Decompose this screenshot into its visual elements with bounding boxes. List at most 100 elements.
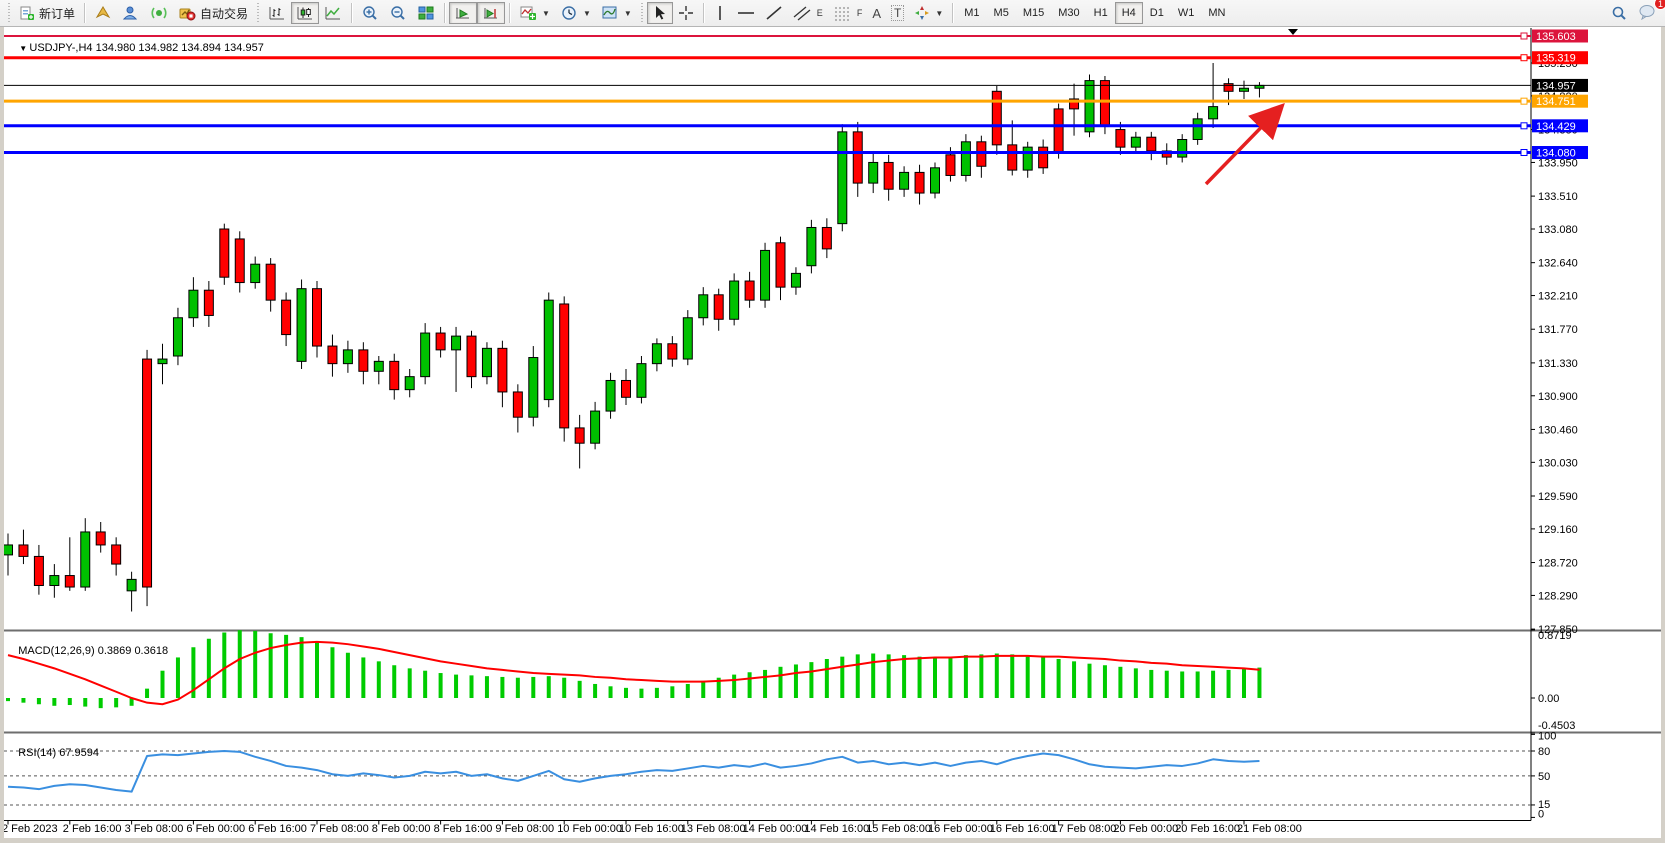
candle-body[interactable] [884, 162, 893, 189]
candle-body[interactable] [637, 364, 646, 398]
candle-body[interactable] [220, 229, 229, 277]
candle-body[interactable] [343, 350, 352, 364]
candle-body[interactable] [436, 333, 445, 350]
line-handle[interactable] [1521, 55, 1527, 61]
candle-body[interactable] [1023, 147, 1032, 170]
candle-body[interactable] [81, 532, 90, 587]
line-handle[interactable] [1521, 123, 1527, 129]
tab-timeframe-m1[interactable]: M1 [957, 2, 986, 24]
search-button[interactable] [1605, 2, 1633, 24]
candle-body[interactable] [668, 344, 677, 359]
tab-timeframe-h4[interactable]: H4 [1115, 2, 1143, 24]
candle-body[interactable] [1209, 107, 1218, 119]
channel-button[interactable]: E [788, 2, 828, 24]
trendline-button[interactable] [760, 2, 788, 24]
candle-body[interactable] [482, 348, 491, 376]
tab-timeframe-m15[interactable]: M15 [1016, 2, 1051, 24]
templates-button[interactable]: ▼ [596, 2, 637, 24]
auto-trading-button[interactable]: 自动交易 [173, 2, 253, 24]
line-handle[interactable] [1521, 150, 1527, 156]
candle-body[interactable] [544, 300, 553, 399]
zoom-in-button[interactable] [356, 2, 384, 24]
label-tool-button[interactable]: T [886, 2, 909, 24]
candle-body[interactable] [1240, 88, 1249, 91]
candle-body[interactable] [266, 264, 275, 300]
candle-body[interactable] [745, 281, 754, 300]
candle-body[interactable] [1147, 137, 1156, 151]
candle-body[interactable] [328, 346, 337, 364]
line-chart-button[interactable] [319, 2, 347, 24]
tab-timeframe-w1[interactable]: W1 [1171, 2, 1202, 24]
candle-body[interactable] [251, 264, 260, 282]
candle-body[interactable] [1178, 140, 1187, 158]
candle-body[interactable] [915, 172, 924, 193]
candle-body[interactable] [173, 318, 182, 356]
candle-body[interactable] [405, 377, 414, 390]
candle-body[interactable] [235, 239, 244, 283]
candle-body[interactable] [313, 289, 322, 346]
vertical-line-button[interactable] [708, 2, 732, 24]
candle-body[interactable] [776, 243, 785, 287]
profile-button[interactable] [117, 2, 145, 24]
candle-body[interactable] [112, 545, 121, 564]
candle-body[interactable] [838, 132, 847, 224]
candle-body[interactable] [853, 132, 862, 183]
indicators-button[interactable]: ▼ [514, 2, 555, 24]
candle-body[interactable] [189, 290, 198, 318]
candle-body[interactable] [1116, 130, 1125, 148]
candle-body[interactable] [498, 348, 507, 392]
candle-body[interactable] [158, 359, 167, 364]
candle-body[interactable] [652, 344, 661, 364]
candle-body[interactable] [606, 380, 615, 411]
candle-body[interactable] [761, 250, 770, 300]
auto-scroll-button[interactable] [449, 2, 477, 24]
candle-body[interactable] [1039, 147, 1048, 168]
tile-windows-button[interactable] [412, 2, 440, 24]
chart-end-marker-icon[interactable] [1288, 29, 1298, 35]
tab-timeframe-d1[interactable]: D1 [1143, 2, 1171, 24]
crosshair-button[interactable] [673, 2, 699, 24]
candle-body[interactable] [282, 300, 291, 334]
candle-body[interactable] [1008, 145, 1017, 170]
candle-body[interactable] [714, 295, 723, 319]
candle-body[interactable] [65, 576, 74, 587]
cursor-button[interactable] [647, 2, 673, 24]
signals-button[interactable] [145, 2, 173, 24]
candle-body[interactable] [127, 579, 136, 590]
candle-body[interactable] [19, 545, 28, 556]
candle-body[interactable] [1224, 84, 1233, 92]
candle-body[interactable] [683, 318, 692, 359]
candle-body[interactable] [467, 336, 476, 377]
candle-body[interactable] [560, 304, 569, 428]
candle-body[interactable] [575, 428, 584, 443]
chart-canvas[interactable]: 135.250134.820134.380133.950133.510133.0… [0, 0, 1665, 843]
candle-body[interactable] [931, 168, 940, 193]
new-order-button[interactable]: 新订单 [14, 2, 80, 24]
candle-body[interactable] [1131, 137, 1140, 147]
horizontal-line-button[interactable] [732, 2, 760, 24]
timeframe-clock-button[interactable]: ▼ [555, 2, 596, 24]
tab-timeframe-m30[interactable]: M30 [1051, 2, 1086, 24]
chart-collapse-icon[interactable]: ▼ [19, 44, 29, 53]
market-button[interactable] [89, 2, 117, 24]
candle-body[interactable] [622, 380, 631, 397]
candle-body[interactable] [513, 392, 522, 417]
tab-timeframe-mn[interactable]: MN [1201, 2, 1232, 24]
fibonacci-button[interactable]: F [828, 2, 868, 24]
candle-body[interactable] [374, 361, 383, 371]
candle-body[interactable] [359, 350, 368, 371]
candle-body[interactable] [529, 358, 538, 418]
candle-body[interactable] [421, 333, 430, 377]
notification-badge[interactable]: 1 [1654, 0, 1665, 10]
candle-body[interactable] [699, 295, 708, 318]
candle-body[interactable] [977, 142, 986, 166]
candle-body[interactable] [730, 281, 739, 319]
bar-chart-button[interactable] [263, 2, 291, 24]
candle-body[interactable] [900, 172, 909, 189]
candle-body[interactable] [807, 227, 816, 265]
candle-body[interactable] [1193, 119, 1202, 140]
line-handle[interactable] [1521, 98, 1527, 104]
candle-body[interactable] [297, 289, 306, 362]
candle-body[interactable] [1054, 109, 1063, 153]
candle-body[interactable] [96, 532, 105, 545]
